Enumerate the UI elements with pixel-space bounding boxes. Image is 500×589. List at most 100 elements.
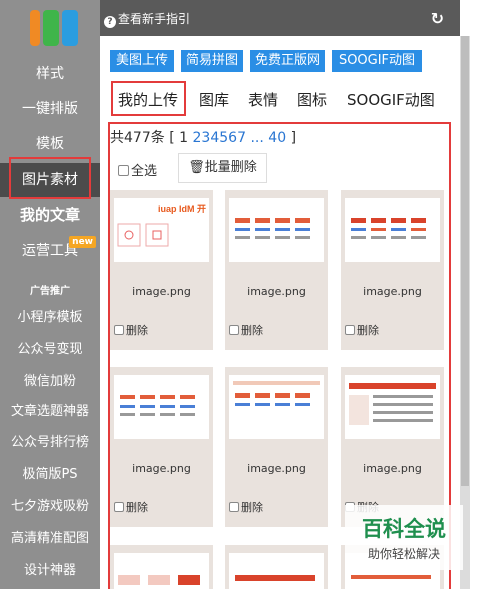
select-all-checkbox[interactable]: 全选 bbox=[118, 160, 157, 179]
sidebar-ad-item-simple-ps[interactable]: 极简版PS bbox=[0, 458, 100, 492]
thumbnail-preview bbox=[114, 553, 209, 589]
beginner-guide-link[interactable]: ? 查看新手指引 bbox=[104, 10, 190, 28]
delete-label: 删除 bbox=[357, 324, 379, 337]
help-icon: ? bbox=[104, 16, 116, 28]
page-link[interactable]: 3 bbox=[201, 130, 210, 146]
sidebar-ad-item-design-tool[interactable]: 设计神器 bbox=[0, 554, 100, 588]
delete-option[interactable]: 删除 bbox=[229, 322, 263, 338]
meitu-upload-button[interactable]: 美图上传 bbox=[110, 50, 174, 72]
sidebar-item-one-click-layout[interactable]: 一键排版 bbox=[0, 92, 100, 126]
checkbox[interactable] bbox=[229, 502, 239, 512]
select-all-label: 全选 bbox=[131, 164, 158, 179]
delete-option[interactable]: 删除 bbox=[114, 322, 148, 338]
sidebar-ad-item-miniprogram-templates[interactable]: 小程序模板 bbox=[0, 301, 100, 335]
thumbnail-preview bbox=[345, 375, 440, 439]
batch-delete-button[interactable]: 🗑批量删除 bbox=[178, 153, 267, 183]
sidebar-ad-item-wechat-fans[interactable]: 微信加粉 bbox=[0, 365, 100, 399]
sidebar-ad-item-rankings[interactable]: 公众号排行榜 bbox=[0, 426, 100, 460]
image-thumbnail[interactable]: iuap IdM 开 bbox=[114, 198, 209, 262]
tab-gallery[interactable]: 图库 bbox=[199, 88, 229, 112]
scrollbar-thumb[interactable] bbox=[461, 36, 469, 486]
thumbnail-preview bbox=[114, 375, 209, 439]
image-thumbnail[interactable] bbox=[114, 553, 209, 589]
pagination: 共477条 [ 1 234567 ... 40 ] bbox=[110, 127, 296, 147]
sidebar-item-images[interactable]: 图片素材 bbox=[0, 163, 100, 197]
sidebar-ad-item-hd-images[interactable]: 高清精准配图 bbox=[0, 522, 100, 556]
image-filename: image.png bbox=[363, 285, 422, 298]
image-card[interactable]: iuap IdM 开 image.png 删除 bbox=[110, 190, 213, 350]
batch-delete-label: 批量删除 bbox=[204, 160, 257, 175]
image-card[interactable]: image.png 删除 bbox=[110, 367, 213, 527]
delete-option[interactable]: 删除 bbox=[345, 322, 379, 338]
image-thumbnail[interactable] bbox=[345, 198, 440, 262]
pager-bracket: [ bbox=[169, 130, 175, 146]
image-filename: image.png bbox=[132, 462, 191, 475]
tab-icons[interactable]: 图标 bbox=[297, 88, 327, 112]
checkbox[interactable] bbox=[118, 165, 129, 176]
soogif-button[interactable]: SOOGIF动图 bbox=[332, 50, 422, 72]
checkbox[interactable] bbox=[114, 502, 124, 512]
sidebar-item-styles[interactable]: 样式 bbox=[0, 57, 100, 91]
sidebar-item-templates[interactable]: 模板 bbox=[0, 127, 100, 161]
image-card[interactable] bbox=[110, 545, 213, 589]
thumbnail-preview bbox=[229, 553, 324, 589]
tab-soogif[interactable]: SOOGIF动图 bbox=[347, 88, 435, 112]
page-link-last[interactable]: 40 bbox=[268, 130, 286, 146]
image-thumbnail[interactable] bbox=[229, 553, 324, 589]
image-thumbnail[interactable] bbox=[229, 198, 324, 262]
image-filename: image.png bbox=[132, 285, 191, 298]
trash-icon: 🗑 bbox=[188, 160, 205, 175]
guide-label: 查看新手指引 bbox=[118, 12, 191, 26]
simple-collage-button[interactable]: 简易拼图 bbox=[181, 50, 243, 72]
sidebar-item-my-articles[interactable]: 我的文章 bbox=[0, 198, 100, 232]
checkbox[interactable] bbox=[345, 325, 355, 335]
thumbnail-preview: iuap IdM 开 bbox=[114, 198, 209, 262]
page-link[interactable]: 4 bbox=[210, 130, 219, 146]
pager-bracket: ] bbox=[290, 130, 297, 146]
image-card[interactable] bbox=[225, 545, 328, 589]
delete-label: 删除 bbox=[126, 501, 148, 514]
refresh-icon[interactable]: ↻ bbox=[431, 9, 444, 28]
delete-option[interactable]: 删除 bbox=[114, 499, 148, 515]
image-card[interactable]: image.png 删除 bbox=[341, 367, 444, 527]
watermark-title: 百科全说 bbox=[362, 517, 446, 541]
logo[interactable] bbox=[30, 6, 78, 48]
sidebar-ad-item-topic-tool[interactable]: 文章选题神器 bbox=[0, 395, 100, 429]
baike-watermark: 百科全说 助你轻松解决 bbox=[345, 505, 463, 570]
image-card[interactable]: image.png 删除 bbox=[341, 190, 444, 350]
page-link[interactable]: 5 bbox=[219, 130, 228, 146]
thumbnail-preview bbox=[229, 375, 324, 439]
image-thumbnail[interactable] bbox=[345, 375, 440, 439]
ad-section-heading: 广告推广 bbox=[30, 286, 70, 297]
sidebar-item-operations-tools[interactable]: 运营工具 new bbox=[0, 234, 100, 268]
image-thumbnail[interactable] bbox=[114, 375, 209, 439]
page-current: 1 bbox=[179, 130, 189, 146]
left-sidebar: 样式 一键排版 模板 图片素材 我的文章 运营工具 new 广告推广 小程序模板… bbox=[0, 0, 100, 589]
tab-my-uploads[interactable]: 我的上传 bbox=[118, 88, 178, 112]
image-card[interactable]: image.png 删除 bbox=[225, 367, 328, 527]
sidebar-ad-item-monetize[interactable]: 公众号变现 bbox=[0, 333, 100, 367]
delete-label: 删除 bbox=[241, 324, 263, 337]
image-filename: image.png bbox=[363, 462, 422, 475]
free-licensed-button[interactable]: 免费正版网 bbox=[250, 50, 325, 72]
new-badge: new bbox=[69, 236, 96, 248]
total-count: 共477条 bbox=[110, 130, 165, 146]
delete-label: 删除 bbox=[126, 324, 148, 337]
checkbox[interactable] bbox=[114, 325, 124, 335]
image-filename: image.png bbox=[247, 285, 306, 298]
thumbnail-caption: iuap IdM 开 bbox=[158, 204, 206, 214]
page-link[interactable]: 6 bbox=[228, 130, 237, 146]
image-card[interactable]: image.png 删除 bbox=[225, 190, 328, 350]
delete-label: 删除 bbox=[241, 501, 263, 514]
watermark-subtitle: 助你轻松解决 bbox=[367, 547, 440, 561]
delete-option[interactable]: 删除 bbox=[229, 499, 263, 515]
image-filename: image.png bbox=[247, 462, 306, 475]
image-thumbnail[interactable] bbox=[229, 375, 324, 439]
page-ellipsis: ... bbox=[250, 130, 264, 146]
page-link[interactable]: 7 bbox=[237, 130, 246, 146]
checkbox[interactable] bbox=[229, 325, 239, 335]
thumbnail-preview bbox=[345, 198, 440, 262]
top-bar: ? 查看新手指引 ↻ bbox=[100, 0, 460, 36]
sidebar-ad-item-qixi-game[interactable]: 七夕游戏吸粉 bbox=[0, 490, 100, 524]
tab-stickers[interactable]: 表情 bbox=[248, 88, 278, 112]
